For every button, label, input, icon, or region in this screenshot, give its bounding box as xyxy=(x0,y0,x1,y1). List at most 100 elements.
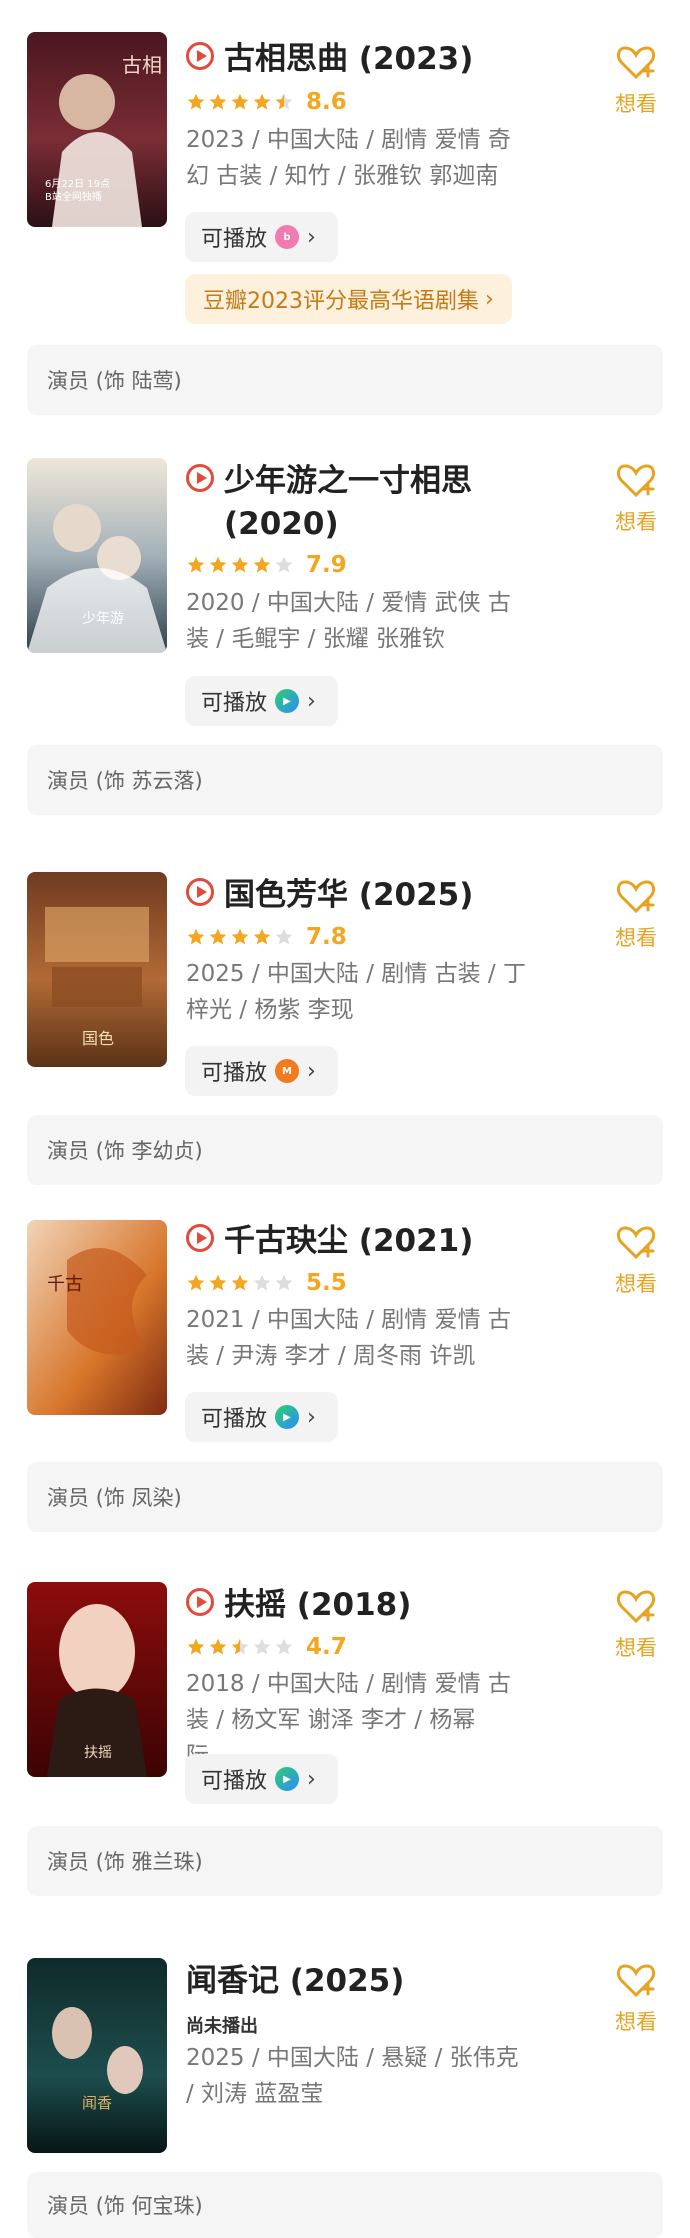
star-icon xyxy=(231,928,249,945)
drama-title[interactable]: 千古玦尘 (2021) xyxy=(224,1220,473,1263)
playable-label: 可播放 xyxy=(201,1769,268,1794)
play-icon[interactable] xyxy=(186,1588,214,1616)
drama-title[interactable]: 国色芳华 (2025) xyxy=(224,874,473,917)
star-icon xyxy=(275,93,293,110)
star-icon xyxy=(253,1274,271,1291)
chevron-right-icon: › xyxy=(307,1766,316,1792)
playable-button[interactable]: 可播放 ▶ › xyxy=(185,1754,338,1804)
star-icon xyxy=(275,1638,293,1655)
star-icon xyxy=(253,928,271,945)
star-icon xyxy=(187,928,205,945)
heart-plus-icon xyxy=(616,464,656,498)
want-label: 想看 xyxy=(615,510,657,534)
svg-text:闻香: 闻香 xyxy=(82,2094,112,2112)
playable-button[interactable]: 可播放 ▶ › xyxy=(185,676,338,726)
want-to-watch-button[interactable]: 想看 xyxy=(606,1960,666,2036)
playable-button[interactable]: 可播放 b › xyxy=(185,212,338,262)
chevron-right-icon: › xyxy=(485,286,494,312)
title-row[interactable]: 古相思曲 (2023) xyxy=(186,38,580,81)
star-icon xyxy=(253,93,271,110)
svg-text:B站全网独播: B站全网独播 xyxy=(45,190,102,203)
drama-meta: 2020 / 中国大陆 / 爱情 武侠 古装 / 毛鲲宇 / 张耀 张雅钦 xyxy=(186,590,511,652)
star-icon xyxy=(209,556,227,573)
play-icon[interactable] xyxy=(186,878,214,906)
star-icon xyxy=(231,93,249,110)
drama-meta: 2025 / 中国大陆 / 悬疑 / 张伟克 / 刘涛 蓝盈莹 xyxy=(186,2045,519,2107)
rating-score: 7.8 xyxy=(306,924,347,950)
title-row[interactable]: 国色芳华 (2025) xyxy=(186,874,580,917)
chevron-right-icon: › xyxy=(307,1058,316,1084)
tencent-video-icon: ▶ xyxy=(275,1405,300,1429)
star-icon xyxy=(209,928,227,945)
cast-role: 演员 (饰 苏云落) xyxy=(27,745,663,815)
want-to-watch-button[interactable]: 想看 xyxy=(606,876,666,952)
heart-plus-icon xyxy=(616,1964,656,1998)
star-rating xyxy=(186,1273,294,1293)
heart-plus-icon xyxy=(616,46,656,80)
poster-image[interactable]: 国色 xyxy=(27,872,167,1067)
star-icon xyxy=(209,1638,227,1655)
svg-text:千古: 千古 xyxy=(47,1274,83,1295)
rating-row: 4.7 xyxy=(186,1634,347,1660)
drama-title[interactable]: 闻香记 (2025) xyxy=(186,1960,404,2003)
playable-button[interactable]: 可播放 M › xyxy=(185,1046,338,1096)
title-row[interactable]: 少年游之一寸相思 (2020) xyxy=(186,460,580,546)
want-label: 想看 xyxy=(615,1272,657,1296)
star-rating xyxy=(186,927,294,947)
poster-image[interactable]: 扶摇 xyxy=(27,1582,167,1777)
heart-plus-icon xyxy=(616,1226,656,1260)
tencent-video-icon: ▶ xyxy=(275,689,300,713)
cast-role: 演员 (饰 何宝珠) xyxy=(27,2172,663,2238)
drama-title[interactable]: 扶摇 (2018) xyxy=(224,1584,411,1627)
cast-role: 演员 (饰 雅兰珠) xyxy=(27,1826,663,1896)
title-row[interactable]: 千古玦尘 (2021) xyxy=(186,1220,580,1263)
rating-score: 5.5 xyxy=(306,1270,347,1296)
chevron-right-icon: › xyxy=(307,224,316,250)
star-icon xyxy=(231,556,249,573)
heart-plus-icon xyxy=(616,1590,656,1624)
svg-text:国色: 国色 xyxy=(82,1029,114,1048)
star-icon xyxy=(253,1638,271,1655)
star-icon xyxy=(231,1274,249,1291)
star-icon xyxy=(231,1638,249,1655)
award-badge[interactable]: 豆瓣2023评分最高华语剧集 › xyxy=(185,274,512,324)
title-row[interactable]: 闻香记 (2025) xyxy=(186,1960,580,2003)
rating-row: 5.5 xyxy=(186,1270,347,1296)
playable-label: 可播放 xyxy=(201,691,268,716)
star-icon xyxy=(187,93,205,110)
rating-score: 4.7 xyxy=(306,1634,347,1660)
star-icon xyxy=(187,556,205,573)
play-icon[interactable] xyxy=(186,464,214,492)
chevron-right-icon: › xyxy=(307,688,316,714)
rating-row: 8.6 xyxy=(186,89,347,115)
playable-label: 可播放 xyxy=(201,227,268,252)
svg-text:6月22日 19点: 6月22日 19点 xyxy=(45,178,110,190)
drama-title[interactable]: 古相思曲 (2023) xyxy=(224,38,473,81)
play-icon[interactable] xyxy=(186,1224,214,1252)
cast-role: 演员 (饰 凤染) xyxy=(27,1462,663,1532)
want-to-watch-button[interactable]: 想看 xyxy=(606,1222,666,1298)
award-text: 豆瓣2023评分最高华语剧集 xyxy=(203,289,479,314)
drama-title[interactable]: 少年游之一寸相思 (2020) xyxy=(224,460,580,546)
star-icon xyxy=(209,1274,227,1291)
playable-label: 可播放 xyxy=(201,1407,268,1432)
play-icon[interactable] xyxy=(186,42,214,70)
rating-score: 8.6 xyxy=(306,89,347,115)
poster-image[interactable]: 千古 xyxy=(27,1220,167,1415)
want-to-watch-button[interactable]: 想看 xyxy=(606,1586,666,1662)
want-to-watch-button[interactable]: 想看 xyxy=(606,460,666,536)
bilibili-icon: b xyxy=(275,225,300,249)
title-row[interactable]: 扶摇 (2018) xyxy=(186,1584,580,1627)
want-to-watch-button[interactable]: 想看 xyxy=(606,42,666,118)
star-rating xyxy=(186,1637,294,1657)
heart-plus-icon xyxy=(616,880,656,914)
poster-image[interactable]: 少年游 xyxy=(27,458,167,653)
playable-button[interactable]: 可播放 ▶ › xyxy=(185,1392,338,1442)
svg-text:扶摇: 扶摇 xyxy=(84,1745,112,1761)
svg-text:古相: 古相 xyxy=(122,53,162,77)
poster-image[interactable]: 闻香 xyxy=(27,1958,167,2153)
release-status: 尚未播出 xyxy=(186,2016,258,2037)
poster-image[interactable]: 古相 6月22日 19点 B站全网独播 xyxy=(27,32,167,227)
want-label: 想看 xyxy=(615,926,657,950)
want-label: 想看 xyxy=(615,1636,657,1660)
